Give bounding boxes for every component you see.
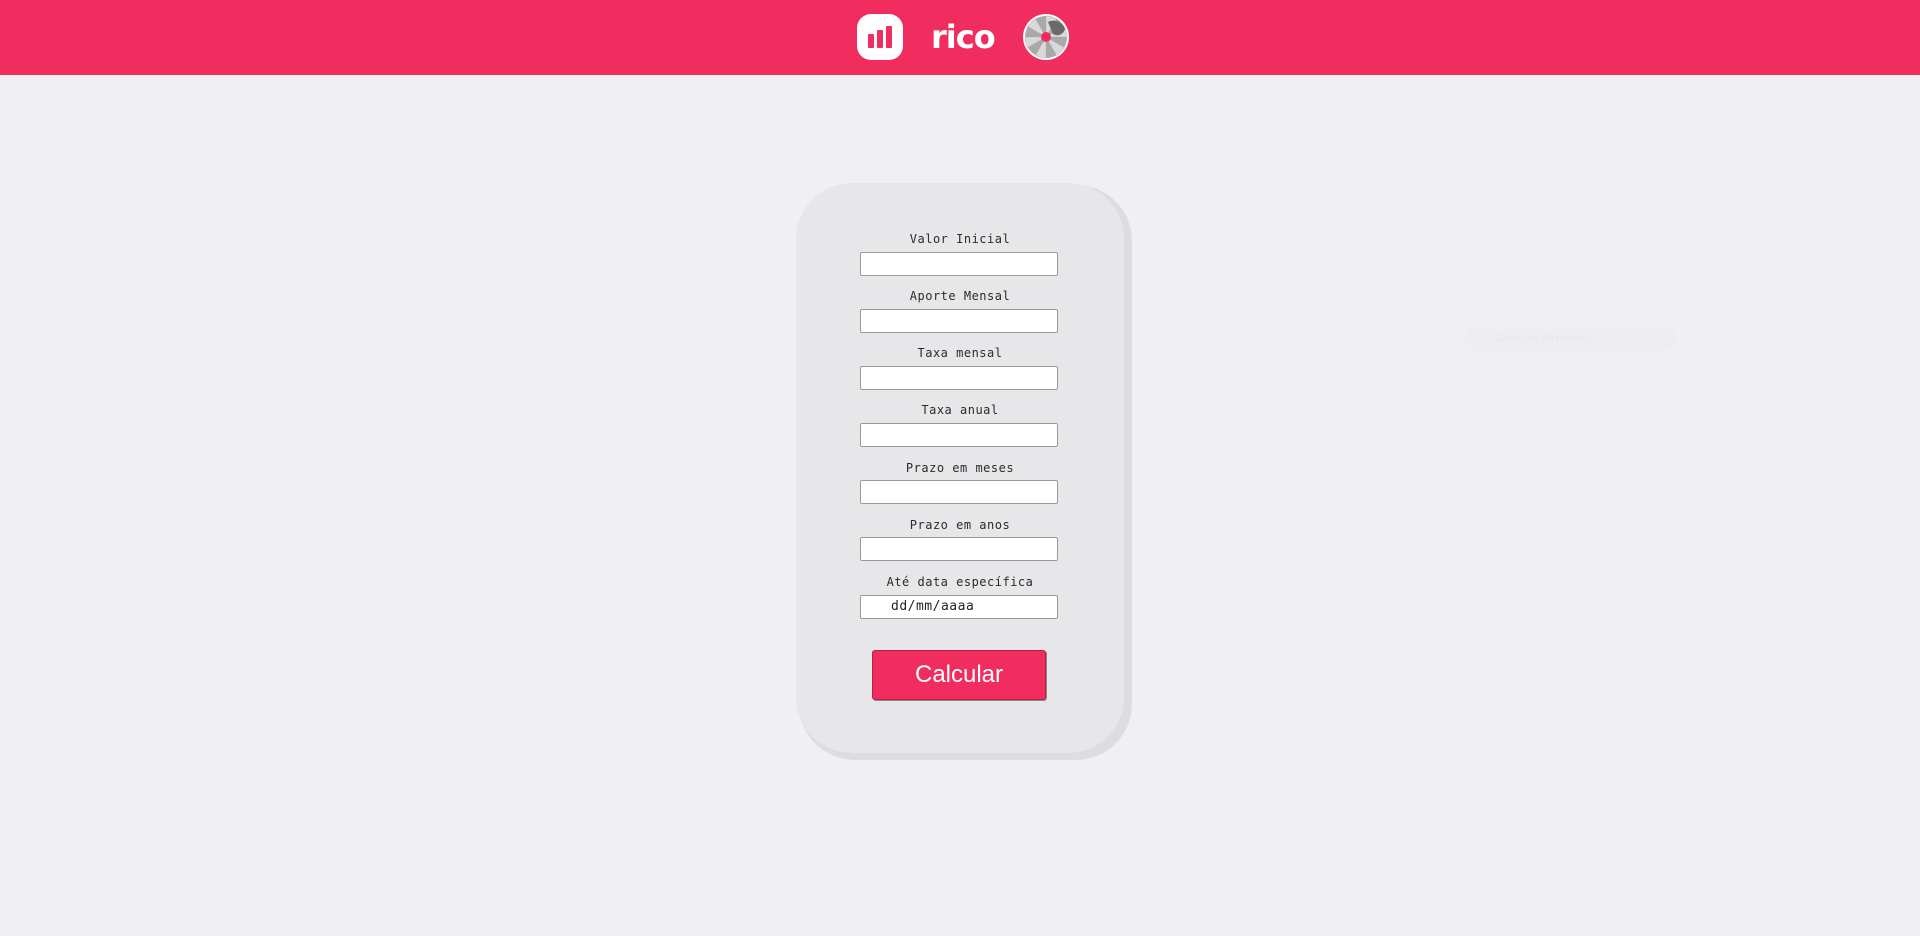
top-header-bar: rico	[0, 0, 1920, 75]
bar-chart-bar	[886, 26, 892, 48]
bar-chart-bar	[877, 30, 883, 48]
input-valor-inicial[interactable]	[860, 252, 1058, 276]
label-data-especifica: Até data específica	[886, 575, 1034, 589]
label-prazo-meses: Prazo em meses	[905, 461, 1015, 475]
input-data-especifica[interactable]: dd/mm/aaaa	[860, 595, 1058, 619]
pinwheel-icon[interactable]	[1022, 14, 1069, 60]
label-valor-inicial: Valor Inicial	[909, 232, 1011, 246]
calculator-form-card: Valor Inicial Aporte Mensal Taxa mensal …	[796, 183, 1124, 753]
label-aporte-mensal: Aporte Mensal	[909, 289, 1011, 303]
input-taxa-anual[interactable]	[860, 423, 1058, 447]
label-taxa-mensal: Taxa mensal	[917, 346, 1003, 360]
logo-group: rico	[857, 14, 1069, 60]
label-taxa-anual: Taxa anual	[921, 403, 999, 417]
bar-chart-bar	[868, 34, 874, 48]
input-taxa-mensal[interactable]	[860, 366, 1058, 390]
label-prazo-anos: Prazo em anos	[909, 518, 1011, 532]
input-prazo-anos[interactable]	[860, 537, 1058, 561]
calcular-button[interactable]: Calcular	[872, 650, 1046, 700]
brand-logo-text[interactable]: rico	[931, 14, 996, 60]
faded-file-label: Carregar do Arquivo	[1465, 326, 1678, 350]
bar-chart-app-icon[interactable]	[857, 14, 903, 60]
input-prazo-meses[interactable]	[860, 480, 1058, 504]
input-aporte-mensal[interactable]	[860, 309, 1058, 333]
